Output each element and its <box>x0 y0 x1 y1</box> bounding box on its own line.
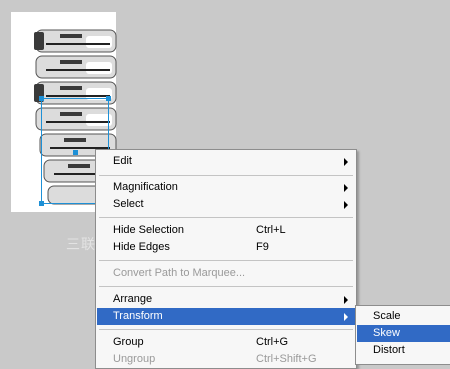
menu-item-shortcut: Ctrl+L <box>256 224 286 236</box>
menu-item-label: Arrange <box>113 293 153 305</box>
menu-item-label: Magnification <box>113 181 178 193</box>
menu-item-label: Transform <box>113 310 163 322</box>
menu-item-label: Group <box>113 336 144 348</box>
transform-submenu: Scale Skew Distort <box>355 305 450 365</box>
menu-separator <box>99 175 353 176</box>
transform-handle-center[interactable] <box>73 150 78 155</box>
menu-separator <box>99 329 353 330</box>
menu-item-hide-edges[interactable]: Hide Edges F9 <box>97 239 355 256</box>
menu-item-arrange[interactable]: Arrange <box>97 291 355 308</box>
menu-item-convert-path-to-marquee: Convert Path to Marquee... <box>97 265 355 282</box>
menu-item-label: Hide Edges <box>113 241 170 253</box>
menu-item-label: Select <box>113 198 144 210</box>
submenu-arrow-icon <box>344 296 348 304</box>
menu-item-label: Hide Selection <box>113 224 184 236</box>
transform-handle-top-right[interactable] <box>106 96 111 101</box>
menu-separator <box>99 217 353 218</box>
transform-handle-top-left[interactable] <box>39 96 44 101</box>
menu-item-hide-selection[interactable]: Hide Selection Ctrl+L <box>97 222 355 239</box>
menu-item-magnification[interactable]: Magnification <box>97 179 355 196</box>
submenu-item-label: Scale <box>373 310 401 322</box>
menu-item-transform[interactable]: Transform <box>97 308 355 325</box>
menu-item-shortcut: F9 <box>256 241 269 253</box>
submenu-item-distort[interactable]: Distort <box>357 342 450 359</box>
menu-item-select[interactable]: Select <box>97 196 355 213</box>
menu-item-shortcut: Ctrl+G <box>256 336 289 348</box>
menu-item-edit[interactable]: Edit <box>97 153 355 170</box>
menu-item-label: Convert Path to Marquee... <box>113 267 246 279</box>
context-menu: Edit Magnification Select Hide Selection… <box>95 149 357 369</box>
submenu-arrow-icon <box>344 158 348 166</box>
submenu-item-label: Skew <box>373 327 400 339</box>
menu-item-group[interactable]: Group Ctrl+G <box>97 334 355 351</box>
submenu-item-label: Distort <box>373 344 405 356</box>
menu-separator <box>99 286 353 287</box>
menu-item-label: Edit <box>113 155 132 167</box>
transform-handle-bottom-left[interactable] <box>39 201 44 206</box>
submenu-arrow-icon <box>344 313 348 321</box>
submenu-arrow-icon <box>344 184 348 192</box>
menu-separator <box>99 260 353 261</box>
submenu-item-skew[interactable]: Skew <box>357 325 450 342</box>
submenu-arrow-icon <box>344 201 348 209</box>
submenu-item-scale[interactable]: Scale <box>357 308 450 325</box>
